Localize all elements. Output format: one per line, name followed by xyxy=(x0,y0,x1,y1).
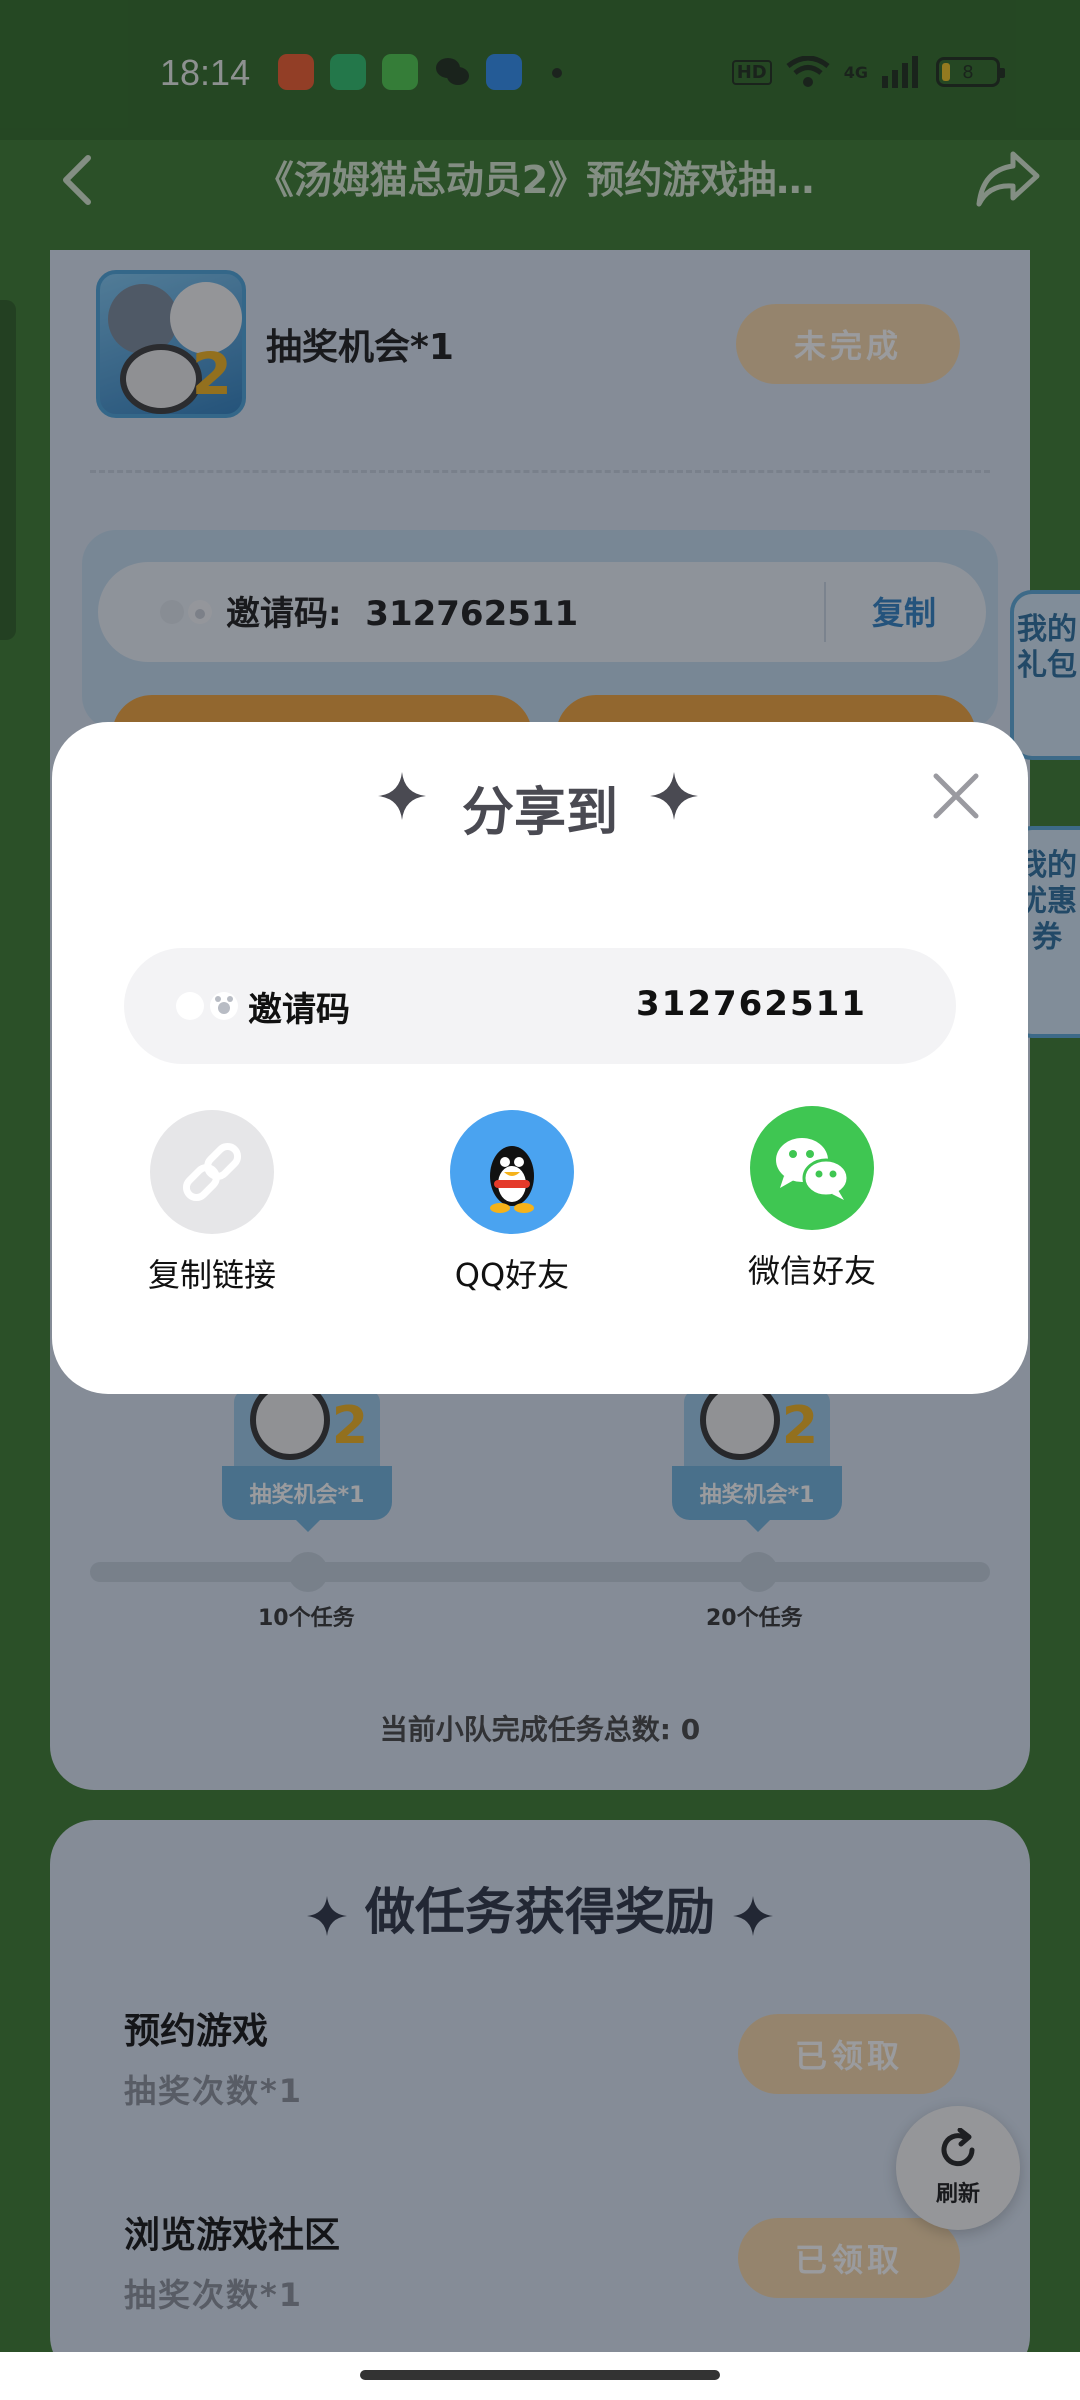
invite-code-value: 312762511 xyxy=(636,984,867,1024)
home-indicator[interactable] xyxy=(360,2370,720,2380)
link-icon xyxy=(150,1110,274,1234)
wechat-friends-option[interactable]: 微信好友 xyxy=(712,1106,912,1296)
paw-icon xyxy=(176,992,238,1020)
sparkle-icon xyxy=(650,772,698,820)
invite-code-display: 邀请码 312762511 xyxy=(124,948,956,1064)
qq-friends-option[interactable]: QQ好友 xyxy=(412,1110,612,1300)
copy-link-option[interactable]: 复制链接 xyxy=(112,1110,312,1300)
qq-friends-label: QQ好友 xyxy=(454,1256,570,1294)
modal-title: 分享到 xyxy=(461,783,618,843)
invite-code-label: 邀请码 xyxy=(248,990,350,1030)
wechat-icon xyxy=(750,1106,874,1230)
qq-icon xyxy=(450,1110,574,1234)
wechat-friends-label: 微信好友 xyxy=(747,1252,876,1290)
close-icon[interactable] xyxy=(930,770,982,822)
share-modal: 分享到 邀请码 312762511 复制链接 QQ好友 微信好友 xyxy=(52,722,1028,1394)
copy-link-label: 复制链接 xyxy=(147,1256,276,1294)
